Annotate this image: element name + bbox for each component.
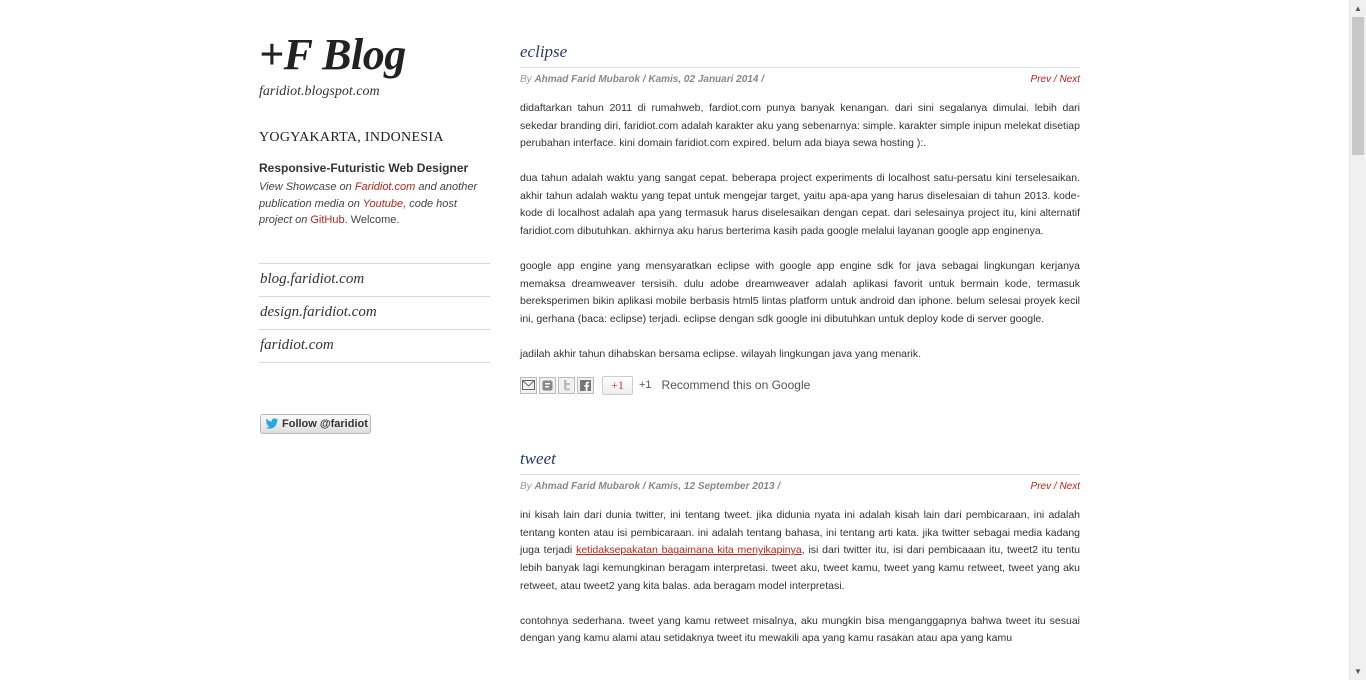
twitter-follow-button[interactable]: Follow @faridiot <box>260 414 371 434</box>
byline-prefix: By <box>520 74 535 85</box>
prev-link[interactable]: Prev <box>1031 74 1052 85</box>
post-paragraph: google app engine yang mensyaratkan ecli… <box>520 260 1080 325</box>
bio-text-1: View Showcase on <box>259 181 355 193</box>
youtube-link[interactable]: Youtube <box>363 198 403 210</box>
prev-link[interactable]: Prev <box>1031 481 1052 492</box>
byline-prefix: By <box>520 481 535 493</box>
email-share-icon[interactable] <box>520 376 537 394</box>
bio-text: View Showcase on Faridiot.com and anothe… <box>259 179 490 229</box>
post-paragraph: didaftarkan tahun 2011 di rumahweb, fard… <box>520 102 1080 150</box>
gplus-button[interactable]: +1 <box>602 375 633 395</box>
faridiot-link[interactable]: Faridiot.com <box>355 181 416 193</box>
main-content: eclipse By Ahmad Farid Mubarok / Kamis, … <box>520 40 1080 665</box>
post-paragraph: jadilah akhir tahun dihabskan bersama ec… <box>520 348 921 361</box>
post-paragraph: contohnya sederhana. tweet yang kamu ret… <box>520 614 1080 645</box>
facebook-share-icon[interactable] <box>577 376 594 394</box>
nav-item-design[interactable]: design.faridiot.com <box>259 297 490 330</box>
inline-link[interactable]: ketidaksepakatan bagaimana kita menyikap… <box>576 544 802 556</box>
recommend-text: Recommend this on Google <box>661 378 811 393</box>
sidebar-nav: blog.faridiot.com design.faridiot.com fa… <box>259 262 490 363</box>
next-link[interactable]: Next <box>1059 481 1080 492</box>
share-bar: +1 +1 Recommend this on Google <box>520 375 1080 395</box>
gplus-icon: +1 <box>611 377 624 392</box>
post-title[interactable]: eclipse <box>520 40 1080 68</box>
github-link[interactable]: GitHub <box>310 214 344 226</box>
post-paragraph: ini kisah lain dari dunia twitter, ini t… <box>520 507 1080 595</box>
location: YOGYAKARTA, INDONESIA <box>259 130 444 145</box>
nav-item-blog[interactable]: blog.faridiot.com <box>259 264 490 297</box>
bio-text-4: . Welcome. <box>344 214 400 226</box>
post-body: ini kisah lain dari dunia twitter, ini t… <box>520 507 1080 648</box>
post-body: didaftarkan tahun 2011 di rumahweb, fard… <box>520 100 1080 364</box>
post-nav: Prev / Next <box>1031 74 1080 88</box>
post-meta: By Ahmad Farid Mubarok / Kamis, 12 Septe… <box>520 481 1080 495</box>
post-author-date: Ahmad Farid Mubarok / Kamis, 02 Januari … <box>534 74 764 85</box>
post-paragraph: dua tahun adalah waktu yang sangat cepat… <box>520 172 1080 238</box>
scroll-down-icon[interactable]: ▼ <box>1350 663 1366 680</box>
post-title[interactable]: tweet <box>520 447 1080 476</box>
twitter-bird-icon <box>265 418 279 429</box>
role-heading: Responsive-Futuristic Web Designer <box>259 161 469 175</box>
scroll-thumb[interactable] <box>1352 17 1364 155</box>
scroll-up-icon[interactable]: ▲ <box>1350 0 1366 17</box>
twitter-share-icon[interactable] <box>558 376 575 394</box>
blog-url[interactable]: faridiot.blogspot.com <box>259 84 490 100</box>
vertical-scrollbar[interactable]: ▲ ▼ <box>1349 0 1366 680</box>
follow-label: Follow @faridiot <box>282 418 368 430</box>
post-tweet: tweet By Ahmad Farid Mubarok / Kamis, 12… <box>520 447 1080 648</box>
next-link[interactable]: Next <box>1059 74 1080 85</box>
post-byline: By Ahmad Farid Mubarok / Kamis, 12 Septe… <box>520 481 780 495</box>
nav-item-home[interactable]: faridiot.com <box>259 330 490 363</box>
post-meta: By Ahmad Farid Mubarok / Kamis, 02 Janua… <box>520 74 1080 88</box>
post-byline: By Ahmad Farid Mubarok / Kamis, 02 Janua… <box>520 74 764 88</box>
sidebar: +F Blog faridiot.blogspot.com YOGYAKARTA… <box>259 30 490 363</box>
post-nav: Prev / Next <box>1031 481 1080 495</box>
post-eclipse: eclipse By Ahmad Farid Mubarok / Kamis, … <box>520 40 1080 395</box>
gplus-count: +1 <box>639 379 652 392</box>
blogger-share-icon[interactable] <box>539 376 556 394</box>
blog-title[interactable]: +F Blog <box>259 30 490 80</box>
post-author-date: Ahmad Farid Mubarok / Kamis, 12 Septembe… <box>534 481 781 493</box>
